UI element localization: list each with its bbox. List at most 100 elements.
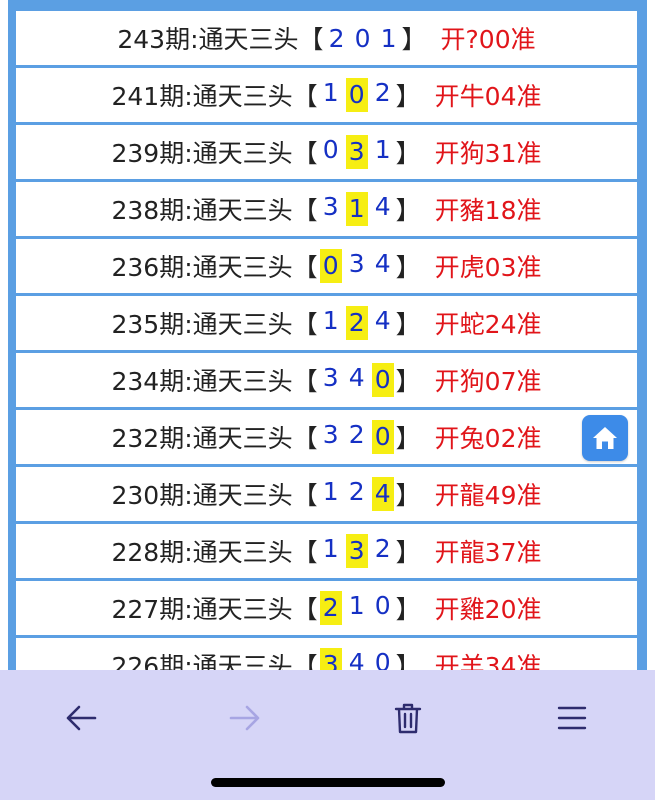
close-bracket: 】 [395, 481, 421, 510]
prediction-digit: 1 [380, 23, 397, 53]
result-row: 236期:通天三头【0 3 4】开虎03准 [16, 239, 637, 293]
close-bracket: 】 [401, 25, 427, 54]
home-indicator [211, 778, 445, 787]
open-bracket: 【 [292, 253, 318, 282]
prediction-digit: 3 [322, 420, 339, 449]
prediction-digit: 3 [345, 534, 368, 568]
prediction-digits: 320 [318, 420, 396, 454]
prediction-digit: 1 [322, 477, 339, 506]
menu-button[interactable] [542, 688, 602, 748]
prediction-digits: 102 [318, 78, 396, 112]
result-text: 开羊34准 [434, 652, 542, 670]
close-bracket: 】 [395, 652, 421, 670]
home-button[interactable] [582, 415, 628, 461]
page-content: 243期:通天三头【2 0 1】开?00准 241期:通天三头【1 0 2】开牛04准 23… [0, 0, 655, 670]
prediction-digit: 3 [345, 135, 368, 169]
open-bracket: 【 [292, 538, 318, 567]
result-text: 开豬18准 [434, 196, 542, 225]
result-row: 232期:通天三头【3 2 0】开兔02准 [16, 410, 637, 464]
period-label: 226期:通天三头 [111, 652, 293, 670]
prediction-digit: 0 [371, 420, 394, 454]
period-label: 234期:通天三头 [111, 367, 293, 396]
result-text: 开龍49准 [434, 481, 542, 510]
result-row: 238期:通天三头【3 1 4】开豬18准 [16, 182, 637, 236]
close-bracket: 】 [395, 367, 421, 396]
open-bracket: 【 [292, 139, 318, 168]
close-bracket: 】 [395, 139, 421, 168]
period-label: 228期:通天三头 [111, 538, 293, 567]
prediction-digit: 2 [348, 420, 365, 449]
prediction-digit: 0 [374, 591, 391, 620]
open-bracket: 【 [292, 424, 318, 453]
prediction-digit: 2 [345, 306, 368, 340]
close-bracket: 】 [395, 424, 421, 453]
prediction-digits: 201 [324, 24, 402, 53]
prediction-digits: 314 [318, 192, 396, 226]
prediction-digit: 2 [374, 534, 391, 563]
close-bracket: 】 [395, 82, 421, 111]
trash-icon [394, 703, 422, 734]
result-text: 开狗07准 [434, 367, 542, 396]
prediction-digits: 124 [318, 306, 396, 340]
prediction-digits: 031 [318, 135, 396, 169]
forward-button[interactable] [215, 688, 275, 748]
open-bracket: 【 [292, 367, 318, 396]
result-row: 230期:通天三头【1 2 4】开龍49准 [16, 467, 637, 521]
close-bracket: 】 [395, 310, 421, 339]
open-bracket: 【 [298, 25, 324, 54]
result-text: 开蛇24准 [434, 310, 542, 339]
delete-button[interactable] [378, 688, 438, 748]
prediction-digit: 0 [354, 23, 371, 53]
prediction-digit: 4 [374, 306, 391, 335]
result-row: 234期:通天三头【3 4 0】开狗07准 [16, 353, 637, 407]
forward-arrow-icon [229, 705, 260, 731]
open-bracket: 【 [292, 82, 318, 111]
prediction-digit: 4 [374, 192, 391, 221]
period-label: 243期:通天三头 [117, 25, 299, 54]
prediction-digit: 2 [319, 591, 342, 625]
results-list: 243期:通天三头【2 0 1】开?00准 241期:通天三头【1 0 2】开牛04准 23… [16, 11, 637, 670]
prediction-digits: 124 [318, 477, 396, 511]
period-label: 238期:通天三头 [111, 196, 293, 225]
prediction-digit: 3 [319, 648, 342, 670]
open-bracket: 【 [292, 310, 318, 339]
close-bracket: 】 [395, 538, 421, 567]
period-label: 235期:通天三头 [111, 310, 293, 339]
back-button[interactable] [51, 688, 111, 748]
result-row: 239期:通天三头【0 3 1】开狗31准 [16, 125, 637, 179]
menu-icon [557, 706, 587, 730]
result-row: 227期:通天三头【2 1 0】开雞20准 [16, 581, 637, 635]
prediction-digits: 210 [318, 591, 396, 625]
period-label: 230期:通天三头 [111, 481, 293, 510]
prediction-digit: 4 [348, 363, 365, 392]
prediction-digit: 0 [345, 78, 368, 112]
prediction-digit: 0 [374, 648, 391, 670]
close-bracket: 】 [395, 196, 421, 225]
prediction-digit: 4 [348, 648, 365, 670]
open-bracket: 【 [292, 196, 318, 225]
prediction-digit: 4 [374, 249, 391, 278]
close-bracket: 】 [395, 595, 421, 624]
open-bracket: 【 [292, 595, 318, 624]
close-bracket: 】 [395, 253, 421, 282]
prediction-digit: 0 [319, 249, 342, 283]
prediction-digit: 3 [348, 249, 365, 278]
period-label: 236期:通天三头 [111, 253, 293, 282]
prediction-digit: 4 [371, 477, 394, 511]
home-icon [593, 427, 617, 449]
result-text: 开虎03准 [434, 253, 542, 282]
prediction-digits: 340 [318, 363, 396, 397]
open-bracket: 【 [292, 481, 318, 510]
prediction-digit: 0 [322, 135, 339, 164]
open-bracket: 【 [292, 652, 318, 670]
prediction-digit: 3 [322, 192, 339, 221]
prediction-digit: 1 [348, 591, 365, 620]
prediction-digit: 1 [322, 306, 339, 335]
result-text: 开龍37准 [434, 538, 542, 567]
prediction-digit: 2 [328, 23, 345, 53]
prediction-digits: 132 [318, 534, 396, 568]
result-row: 243期:通天三头【2 0 1】开?00准 [16, 11, 637, 65]
period-label: 232期:通天三头 [111, 424, 293, 453]
result-row: 228期:通天三头【1 3 2】开龍37准 [16, 524, 637, 578]
result-row: 235期:通天三头【1 2 4】开蛇24准 [16, 296, 637, 350]
